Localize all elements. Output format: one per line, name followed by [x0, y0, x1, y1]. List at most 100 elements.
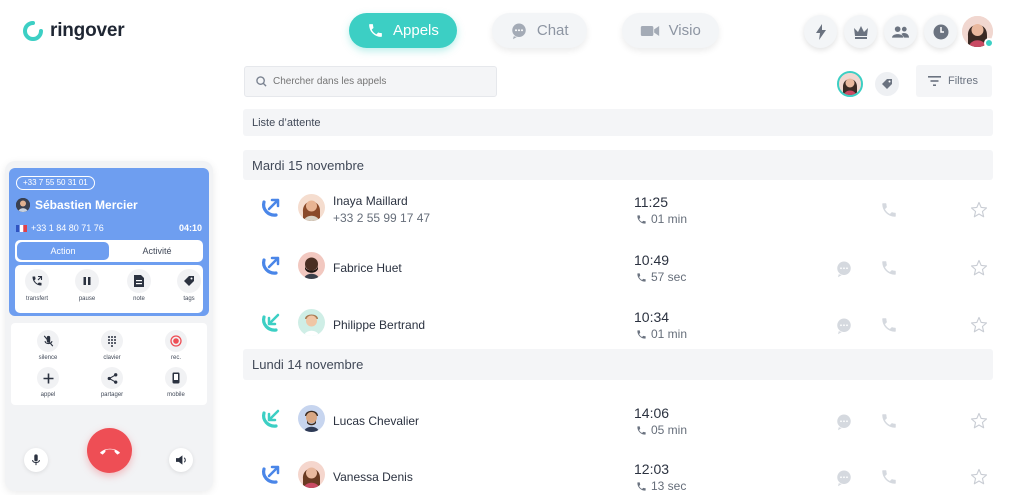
date-header: Lundi 14 novembre — [243, 349, 993, 380]
tag-filter-button[interactable] — [875, 72, 899, 96]
mute-label: silence — [38, 355, 58, 361]
search-input[interactable] — [273, 76, 473, 87]
speaker-button[interactable] — [169, 448, 193, 472]
brand-name: ringover — [50, 20, 125, 41]
avatar — [298, 461, 325, 488]
call-back-icon[interactable] — [880, 468, 898, 486]
star-icon[interactable] — [970, 316, 988, 334]
transfer-button[interactable]: transfert — [17, 269, 57, 302]
phone-icon — [637, 481, 646, 491]
call-back-icon[interactable] — [880, 412, 898, 430]
call-row[interactable]: Fabrice Huet 10:49 57 sec — [243, 239, 993, 295]
microphone-icon — [32, 454, 40, 466]
contact-name: Vanessa Denis — [333, 470, 413, 484]
share-label: partager — [100, 392, 124, 398]
hang-up-icon — [99, 448, 120, 455]
tab-chat[interactable]: Chat — [491, 13, 587, 48]
tab-appels[interactable]: Appels — [349, 13, 457, 48]
search-bar — [244, 66, 497, 97]
call-row[interactable]: Vanessa Denis 12:03 13 sec — [243, 448, 993, 495]
tab-activite[interactable]: Activité — [113, 242, 201, 260]
call-time: 12:03 — [634, 461, 670, 477]
duration-text: 01 min — [651, 327, 688, 341]
line-number-badge[interactable]: +33 7 55 50 31 01 — [16, 176, 95, 190]
crown-button[interactable] — [844, 15, 877, 48]
note-label: note — [133, 296, 145, 302]
phone-icon — [637, 329, 646, 339]
ringover-logo-icon — [23, 21, 43, 41]
contact-number: +33 2 55 99 17 47 — [333, 211, 431, 225]
team-icon — [892, 25, 909, 38]
chat-icon[interactable] — [835, 317, 853, 335]
filter-user-avatar[interactable] — [837, 71, 863, 97]
call-row[interactable]: Inaya Maillard +33 2 55 99 17 47 11:25 0… — [243, 181, 993, 237]
call-time: 10:49 — [634, 252, 670, 268]
avatar — [298, 405, 325, 432]
star-icon[interactable] — [970, 412, 988, 430]
add-call-button[interactable]: appel — [28, 367, 68, 398]
duration-text: 57 sec — [651, 270, 687, 284]
filter-icon — [928, 76, 941, 86]
call-time: 14:06 — [634, 405, 670, 421]
caller-number-text: +33 1 84 80 71 76 — [31, 223, 104, 233]
main-tabs: Appels Chat Visio — [349, 13, 719, 48]
chat-icon[interactable] — [835, 260, 853, 278]
mute-button[interactable]: silence — [28, 330, 68, 361]
record-icon — [170, 335, 182, 347]
transfer-label: transfert — [25, 296, 48, 302]
tab-chat-label: Chat — [536, 22, 569, 39]
video-icon — [640, 25, 659, 36]
call-duration: 05 min — [636, 423, 687, 437]
call-back-icon[interactable] — [880, 259, 898, 277]
hang-up-button[interactable] — [87, 428, 132, 473]
call-row[interactable]: Philippe Bertrand 10:34 01 min — [243, 296, 993, 352]
bolt-icon — [815, 23, 826, 40]
tab-visio[interactable]: Visio — [621, 13, 719, 48]
star-icon[interactable] — [970, 201, 988, 219]
call-view-switch: Action Activité — [15, 240, 203, 262]
star-icon[interactable] — [970, 468, 988, 486]
outgoing-call-icon — [262, 256, 280, 275]
bolt-button[interactable] — [804, 15, 837, 48]
outgoing-call-icon — [262, 198, 280, 217]
share-button[interactable]: partager — [92, 367, 132, 398]
chat-icon[interactable] — [835, 413, 853, 431]
share-icon — [107, 372, 117, 384]
date-label: Lundi 14 novembre — [252, 357, 364, 372]
contact-name: Philippe Bertrand — [333, 318, 426, 332]
tags-button[interactable]: tags — [169, 269, 209, 302]
microphone-button[interactable] — [24, 448, 48, 472]
caller-number: +33 1 84 80 71 76 — [16, 223, 104, 233]
online-status-dot — [984, 38, 994, 48]
avatar — [298, 252, 325, 279]
mobile-label: mobile — [167, 392, 185, 398]
star-icon[interactable] — [970, 259, 988, 277]
call-controls: silence clavier rec. appel partager mobi… — [11, 323, 207, 405]
phone-icon — [637, 214, 646, 224]
status-button[interactable] — [924, 15, 957, 48]
call-back-icon[interactable] — [880, 316, 898, 334]
tag-icon — [184, 276, 194, 286]
ringover-logo: ringover — [22, 20, 125, 42]
call-back-icon[interactable] — [880, 201, 898, 219]
incoming-call-icon — [262, 313, 280, 332]
transfer-icon — [32, 275, 43, 286]
keypad-button[interactable]: clavier — [92, 330, 132, 361]
caller-avatar — [16, 198, 30, 212]
pause-button[interactable]: pause — [67, 269, 107, 302]
tab-action[interactable]: Action — [17, 242, 109, 260]
mobile-button[interactable]: mobile — [156, 367, 196, 398]
note-button[interactable]: note — [119, 269, 159, 302]
contact-name: Fabrice Huet — [333, 261, 402, 275]
keypad-icon — [108, 336, 116, 347]
queue-bar[interactable]: Liste d’attente — [243, 109, 993, 136]
phone-icon — [369, 24, 382, 37]
chat-icon[interactable] — [835, 469, 853, 487]
filters-button[interactable]: Filtres — [916, 65, 992, 97]
call-timer: 04:10 — [178, 223, 202, 233]
call-row[interactable]: Lucas Chevalier 14:06 05 min — [243, 392, 993, 448]
duration-text: 13 sec — [651, 479, 687, 493]
team-button[interactable] — [884, 15, 917, 48]
softphone-panel: +33 7 55 50 31 01 Sébastien Mercier +33 … — [5, 161, 213, 491]
record-button[interactable]: rec. — [156, 330, 196, 361]
